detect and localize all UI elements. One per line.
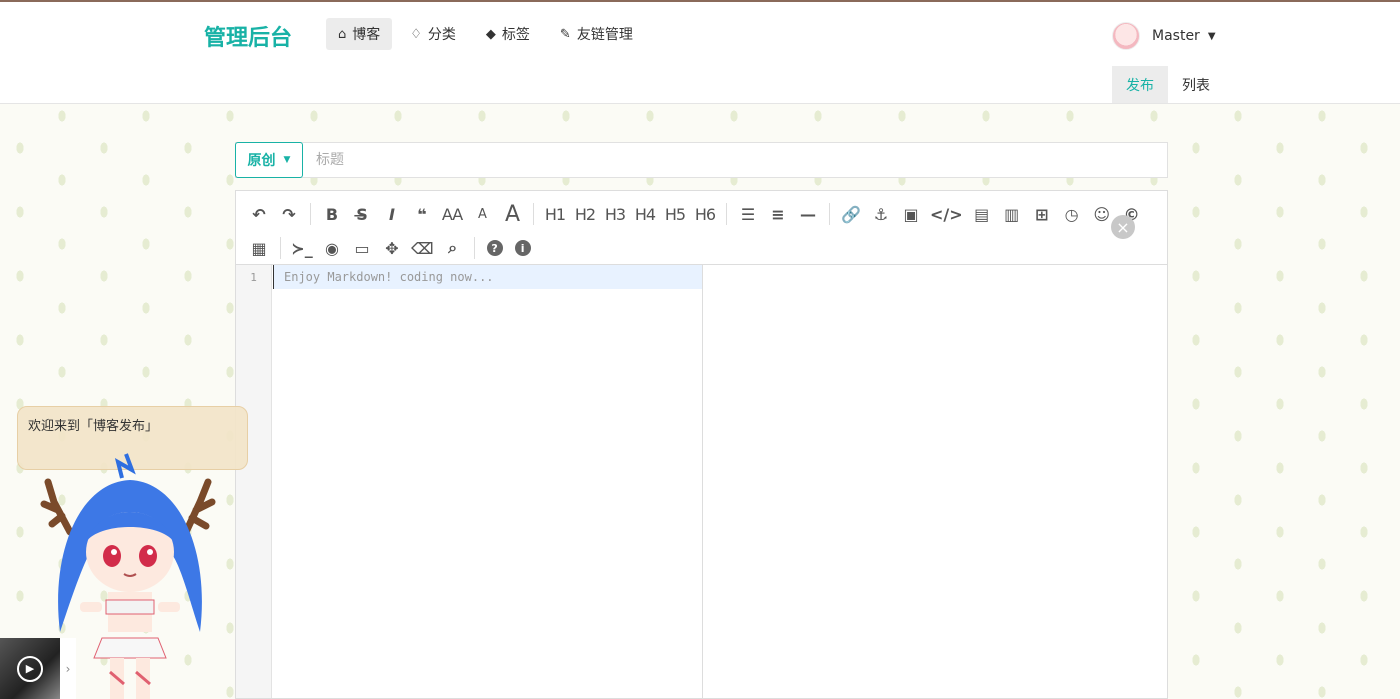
h4-icon[interactable]: H4	[632, 201, 658, 227]
page-break-icon[interactable]: ▦	[246, 235, 272, 261]
avatar	[1112, 22, 1140, 50]
user-menu[interactable]: Master ▼	[1112, 22, 1216, 50]
toolbar-row-2: ▦ ≻_ ◉ ▭ ✥ ⌫ ⌕? i	[244, 231, 1159, 265]
h5-icon[interactable]: H5	[662, 201, 688, 227]
h6-icon[interactable]: H6	[692, 201, 718, 227]
line-number: 1	[250, 271, 257, 284]
post-type-dropdown[interactable]: 原创 ▼	[235, 142, 303, 178]
player-cover[interactable]: ▶	[0, 638, 60, 699]
search-icon[interactable]: ⌕	[440, 235, 466, 261]
terminal-icon[interactable]: ≻_	[289, 235, 315, 261]
code-editor-pane[interactable]: Enjoy Markdown! coding now...	[273, 265, 703, 698]
h3-icon[interactable]: H3	[602, 201, 628, 227]
home-icon: ⌂	[338, 26, 347, 42]
tab-list[interactable]: 列表	[1168, 66, 1224, 103]
undo-icon[interactable]: ↶	[246, 201, 272, 227]
sub-navbar: 发布 列表	[0, 66, 1400, 104]
uppercase-icon[interactable]: AA	[439, 201, 465, 227]
toolbar-separator	[533, 203, 534, 225]
user-name: Master	[1152, 28, 1200, 44]
nav-item-blog[interactable]: ⌂ 博客	[326, 18, 393, 50]
nav-item-label: 友链管理	[576, 27, 633, 43]
markdown-editor: ↶ ↷ B S̶ I ❝ AA A A H1 H2 H3 H4 H5 H6 ☰ ≡ — 🔗 ⚓ ▣ </> ▤ ▥ ⊞ ◷ ☺ © ▦…	[235, 190, 1168, 699]
eraser-icon[interactable]: ⌫	[409, 235, 436, 261]
brand-title[interactable]: 管理后台	[204, 20, 292, 52]
title-input[interactable]	[303, 143, 1167, 177]
file-code-icon[interactable]: ▥	[999, 201, 1025, 227]
nav-item-label: 标签	[501, 27, 530, 43]
tab-publish[interactable]: 发布	[1112, 66, 1168, 103]
clock-icon[interactable]: ◷	[1059, 201, 1085, 227]
h1-icon[interactable]: H1	[542, 201, 568, 227]
editor-toolbar: ↶ ↷ B S̶ I ❝ AA A A H1 H2 H3 H4 H5 H6 ☰ ≡ — 🔗 ⚓ ▣ </> ▤ ▥ ⊞ ◷ ☺ © ▦…	[236, 191, 1167, 265]
hide-preview-icon[interactable]: ◉	[319, 235, 345, 261]
nav-item-category[interactable]: ♢ 分类	[398, 18, 468, 50]
top-navbar: 管理后台 ⌂ 博客 ♢ 分类 ◆ 标签 ✎ 友链管理 Master ▼	[0, 0, 1400, 66]
chevron-right-icon[interactable]: ›	[60, 638, 76, 699]
tag-icon: ◆	[485, 26, 496, 42]
h2-icon[interactable]: H2	[572, 201, 598, 227]
title-row: 原创 ▼	[235, 142, 1168, 178]
fullscreen-icon[interactable]: ✥	[379, 235, 405, 261]
main-nav: ⌂ 博客 ♢ 分类 ◆ 标签 ✎ 友链管理	[326, 18, 651, 50]
nav-item-friend-links[interactable]: ✎ 友链管理	[548, 18, 645, 50]
post-type-label: 原创	[247, 153, 276, 169]
lightbulb-icon: ♢	[410, 26, 422, 42]
horizontal-rule-icon[interactable]: —	[795, 201, 821, 227]
strikethrough-icon[interactable]: S̶	[349, 201, 375, 227]
table-icon[interactable]: ⊞	[1029, 201, 1055, 227]
pencil-icon: ✎	[559, 26, 571, 42]
link-icon[interactable]: 🔗	[838, 201, 864, 227]
italic-icon[interactable]: I	[379, 201, 405, 227]
line-gutter: 1	[236, 265, 272, 698]
nav-item-tags[interactable]: ◆ 标签	[474, 18, 542, 50]
image-icon[interactable]: ▣	[898, 201, 924, 227]
code-placeholder: Enjoy Markdown! coding now...	[273, 265, 702, 289]
close-icon[interactable]: ×	[1111, 215, 1135, 239]
unordered-list-icon[interactable]: ☰	[735, 201, 761, 227]
bold-icon[interactable]: B	[319, 201, 345, 227]
ordered-list-icon[interactable]: ≡	[765, 201, 791, 227]
font-size-icon[interactable]: A	[499, 201, 525, 227]
code-block-icon[interactable]: ▤	[969, 201, 995, 227]
toolbar-separator	[280, 237, 281, 259]
music-player: ▶ ›	[0, 638, 76, 699]
toolbar-separator	[473, 237, 475, 259]
nav-item-label: 分类	[427, 27, 456, 43]
toolbar-separator	[310, 203, 311, 225]
info-icon[interactable]: i	[514, 240, 531, 256]
play-icon[interactable]: ▶	[17, 655, 43, 682]
quote-icon[interactable]: ❝	[409, 201, 435, 227]
caret-down-icon: ▼	[1207, 30, 1216, 42]
toolbar-separator	[726, 203, 727, 225]
preview-pane	[704, 265, 1167, 698]
redo-icon[interactable]: ↷	[276, 201, 302, 227]
toolbar-separator	[829, 203, 830, 225]
help-icon[interactable]: ?	[486, 240, 503, 256]
toolbar-row-1: ↶ ↷ B S̶ I ❝ AA A A H1 H2 H3 H4 H5 H6 ☰ ≡ — 🔗 ⚓ ▣ </> ▤ ▥ ⊞ ◷ ☺ ©	[244, 197, 1159, 231]
nav-item-label: 博客	[352, 27, 381, 43]
anchor-icon[interactable]: ⚓	[868, 201, 894, 227]
caret-down-icon: ▼	[283, 155, 291, 165]
bubble-text: 欢迎来到「博客发布」	[28, 419, 159, 434]
lowercase-icon[interactable]: A	[469, 201, 495, 227]
desktop-preview-icon[interactable]: ▭	[349, 235, 375, 261]
code-icon[interactable]: </>	[928, 201, 965, 227]
